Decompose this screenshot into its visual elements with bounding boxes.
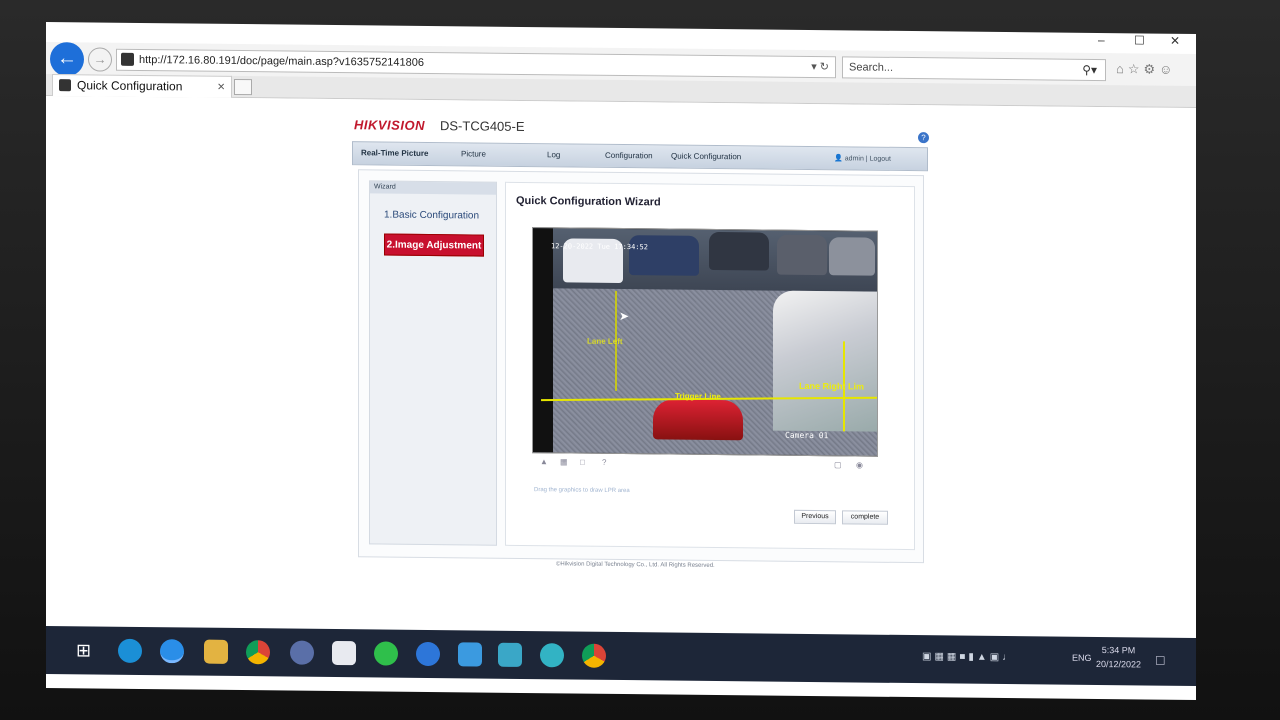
close-tab-icon[interactable]: × bbox=[217, 77, 225, 97]
step-basic-configuration[interactable]: 1.Basic Configuration bbox=[384, 210, 479, 222]
draw-icon[interactable]: ▲ bbox=[540, 457, 548, 466]
video-car bbox=[709, 231, 769, 271]
zoom-icon[interactable] bbox=[416, 641, 440, 667]
video-white-cars bbox=[773, 290, 878, 432]
tab-quick-configuration[interactable]: Quick Configuration × bbox=[52, 74, 232, 98]
edge-icon[interactable] bbox=[118, 638, 142, 663]
wizard-content: Quick Configuration Wizard Lane Left Lan… bbox=[505, 181, 915, 551]
help-icon[interactable]: ? bbox=[918, 132, 929, 144]
video-parked-cars bbox=[533, 228, 878, 292]
screen: – ☐ ✕ ← → http://172.16.80.191/doc/page/… bbox=[46, 21, 1196, 701]
url-text: http://172.16.80.191/doc/page/main.asp?v… bbox=[139, 53, 425, 69]
maximize-button[interactable]: ☐ bbox=[1134, 33, 1145, 47]
delete-icon[interactable]: □ bbox=[580, 458, 585, 467]
clock-time: 5:34 PM bbox=[1101, 645, 1136, 656]
notification-icon[interactable]: □ bbox=[1156, 652, 1164, 668]
clock-date: 20/12/2022 bbox=[1096, 658, 1142, 670]
back-button[interactable]: ← bbox=[50, 42, 84, 77]
close-window-button[interactable]: ✕ bbox=[1170, 34, 1180, 48]
nav-configuration[interactable]: Configuration bbox=[605, 151, 653, 160]
username: admin bbox=[844, 155, 864, 163]
label-lane-right: Lane Right Lim bbox=[799, 380, 864, 392]
file-explorer-icon[interactable] bbox=[204, 639, 228, 664]
draw-hint: Drag the graphics to draw LPR area bbox=[534, 487, 630, 495]
internet-explorer-icon[interactable] bbox=[160, 639, 184, 664]
app-icon[interactable] bbox=[290, 640, 314, 665]
video-red-car bbox=[653, 399, 743, 441]
top-nav: Real-Time Picture Picture Log Configurat… bbox=[352, 141, 928, 172]
new-tab-button[interactable] bbox=[234, 78, 252, 96]
search-icon[interactable]: ⚲▾ bbox=[1082, 60, 1097, 80]
label-lane-left: Lane Left bbox=[587, 336, 623, 347]
start-button-icon[interactable]: ⊞ bbox=[76, 640, 91, 661]
wizard-header: Wizard bbox=[370, 181, 496, 195]
minimize-button[interactable]: – bbox=[1098, 33, 1105, 47]
chrome-2-icon[interactable] bbox=[582, 643, 606, 668]
video-left-edge bbox=[533, 228, 553, 455]
system-tray-icons[interactable]: ▣▦▦■▮▲▣♩ bbox=[922, 651, 1015, 663]
video-toolbar: ▲ ▦ □ ? ▢ ◉ bbox=[532, 457, 878, 475]
chrome-icon[interactable] bbox=[246, 640, 270, 665]
grid-icon[interactable]: ▦ bbox=[560, 457, 568, 466]
tab-title: Quick Configuration bbox=[77, 78, 183, 94]
app-teal-icon[interactable] bbox=[498, 642, 522, 667]
clock[interactable]: 5:34 PM 20/12/2022 bbox=[1096, 643, 1141, 671]
user-area: 👤 admin | Logout bbox=[834, 155, 891, 163]
search-input[interactable]: Search... ⚲▾ bbox=[842, 56, 1106, 82]
video-car bbox=[629, 235, 699, 276]
video-timestamp: 12-20-2022 Tue 17:34:52 bbox=[551, 242, 648, 252]
main-frame: Wizard 1.Basic Configuration 2.Image Adj… bbox=[358, 169, 924, 564]
app-blue-icon[interactable] bbox=[458, 642, 482, 667]
site-icon bbox=[121, 52, 134, 66]
label-trigger-line: Trigger Line bbox=[675, 391, 721, 402]
forward-button[interactable]: → bbox=[88, 47, 112, 72]
live-video[interactable]: Lane Left Lane Right Lim Trigger Line 12… bbox=[532, 227, 878, 457]
web-page: HIKVISION DS-TCG405-E ? Real-Time Pictur… bbox=[46, 95, 1196, 639]
tab-favicon-icon bbox=[59, 79, 71, 92]
nav-picture[interactable]: Picture bbox=[461, 149, 486, 158]
refresh-icon[interactable]: ▾ ↻ bbox=[811, 57, 829, 77]
wizard-title: Quick Configuration Wizard bbox=[516, 194, 661, 209]
fullscreen-icon[interactable]: ▢ bbox=[834, 460, 842, 469]
previous-button[interactable]: Previous bbox=[794, 509, 836, 525]
logout-link[interactable]: Logout bbox=[870, 156, 891, 163]
url-field[interactable]: http://172.16.80.191/doc/page/main.asp?v… bbox=[116, 48, 836, 79]
capture-icon[interactable]: ◉ bbox=[856, 460, 863, 469]
video-car bbox=[829, 237, 875, 276]
help-small-icon[interactable]: ? bbox=[602, 458, 606, 467]
wechat-icon[interactable] bbox=[374, 641, 398, 666]
copyright: ©Hikvision Digital Technology Co., Ltd. … bbox=[556, 561, 715, 569]
nav-log[interactable]: Log bbox=[547, 150, 560, 159]
toolbar-icons[interactable]: ⌂☆⚙☺ bbox=[1116, 61, 1176, 78]
window-app-icon[interactable] bbox=[332, 640, 356, 666]
video-car bbox=[777, 234, 827, 276]
edge-beta-icon[interactable] bbox=[540, 643, 564, 668]
video-camera-name: Camera 01 bbox=[785, 430, 829, 441]
hikvision-logo: HIKVISION bbox=[354, 117, 425, 133]
nav-real-time-picture[interactable]: Real-Time Picture bbox=[361, 148, 428, 158]
complete-button[interactable]: complete bbox=[842, 510, 888, 525]
language-indicator[interactable]: ENG bbox=[1072, 653, 1092, 663]
nav-quick-configuration[interactable]: Quick Configuration bbox=[671, 152, 741, 162]
mouse-cursor-icon: ➤ bbox=[619, 308, 630, 324]
device-model: DS-TCG405-E bbox=[440, 118, 525, 134]
wizard-sidebar: Wizard 1.Basic Configuration 2.Image Adj… bbox=[369, 180, 497, 546]
step-image-adjustment[interactable]: 2.Image Adjustment bbox=[384, 233, 484, 257]
search-placeholder: Search... bbox=[849, 61, 894, 74]
